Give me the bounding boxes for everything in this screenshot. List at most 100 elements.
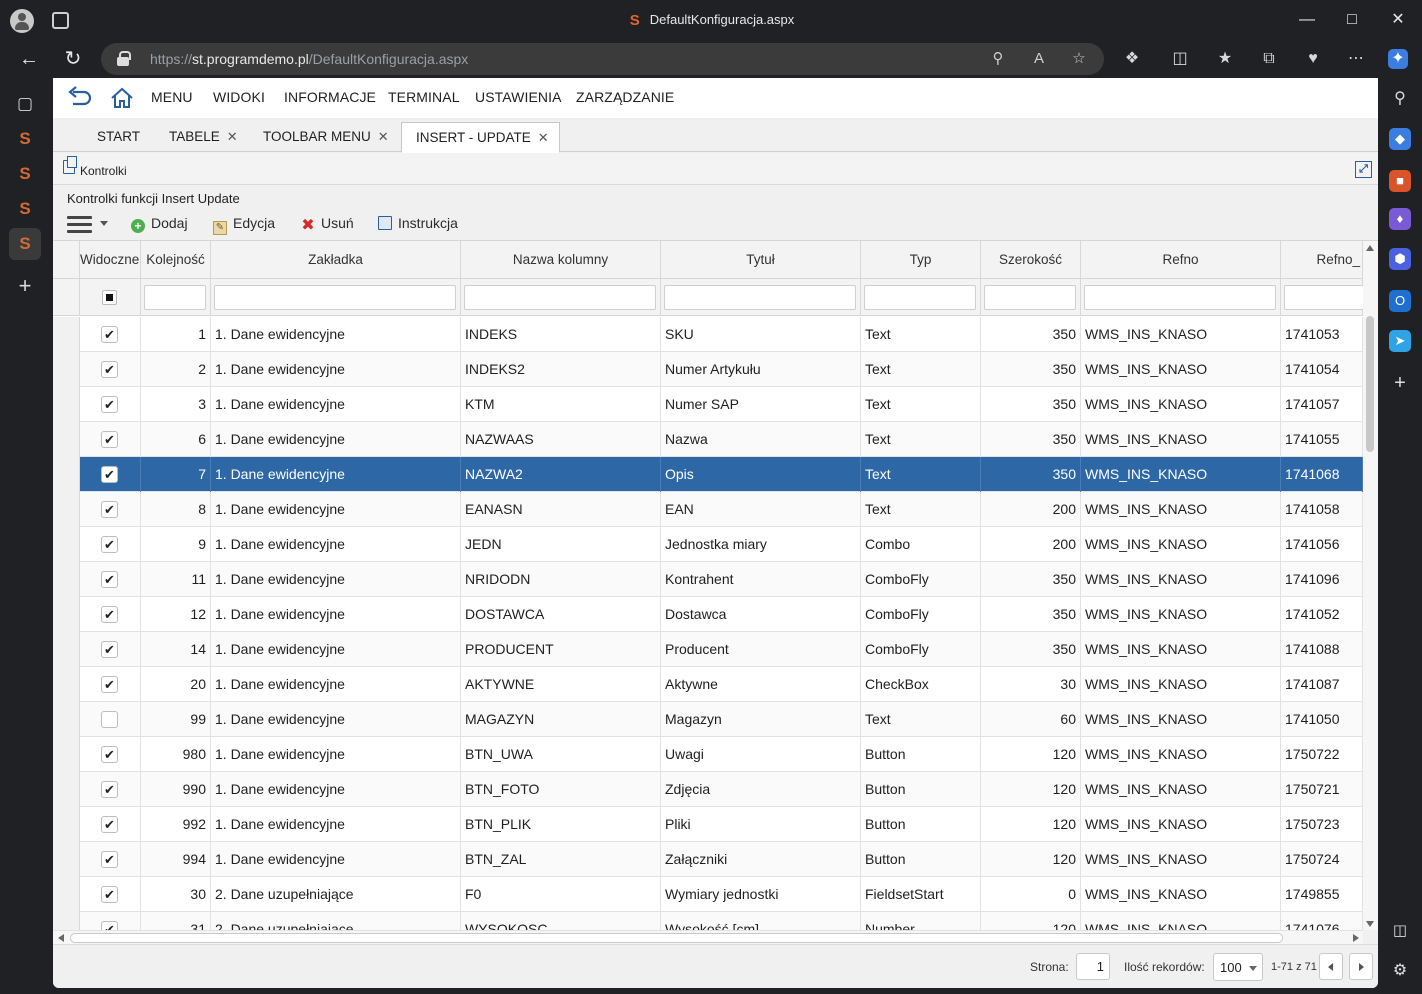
row-header[interactable] xyxy=(53,457,80,492)
tab-insert-update[interactable]: INSERT - UPDATE ✕ xyxy=(401,122,560,153)
column-header-typ[interactable]: Typ xyxy=(861,241,981,279)
visible-checkbox[interactable]: ✔ xyxy=(101,851,118,868)
browser-essentials-icon[interactable]: ♥ xyxy=(1303,49,1323,69)
row-header[interactable] xyxy=(53,492,80,527)
table-row[interactable]: ✔ 20 1. Dane ewidencyjne AKTYWNE Aktywne Chec… xyxy=(53,667,1363,702)
table-row[interactable]: ✔ 9 1. Dane ewidencyjne JEDN Jednostka miary… xyxy=(53,527,1363,562)
visible-checkbox[interactable] xyxy=(101,711,118,728)
row-header[interactable] xyxy=(53,667,80,702)
tab-toolbar-menu[interactable]: TOOLBAR MENU ✕ xyxy=(249,122,389,152)
read-aloud-icon[interactable]: A xyxy=(1030,50,1048,68)
visible-checkbox[interactable]: ✔ xyxy=(101,326,118,343)
more-menu-icon[interactable]: ⋯ xyxy=(1346,49,1366,69)
scrollbar-thumb[interactable] xyxy=(1366,316,1374,452)
menu-item-menu[interactable]: MENU xyxy=(151,89,193,105)
row-header[interactable] xyxy=(53,702,80,737)
table-row[interactable]: ✔ 11 1. Dane ewidencyjne NRIDODN Kontrahent C… xyxy=(53,562,1363,597)
table-row[interactable]: ✔ 992 1. Dane ewidencyjne BTN_PLIK Pliki Butt… xyxy=(53,807,1363,842)
column-header-widoczne[interactable]: Widoczne xyxy=(80,241,141,279)
row-header[interactable] xyxy=(53,842,80,877)
vertical-scrollbar[interactable] xyxy=(1363,241,1378,930)
visible-checkbox[interactable]: ✔ xyxy=(101,571,118,588)
visible-checkbox[interactable]: ✔ xyxy=(101,466,118,483)
row-header[interactable] xyxy=(53,737,80,772)
minimize-icon[interactable]: — xyxy=(1284,0,1330,40)
filter-zakladka-input[interactable] xyxy=(214,285,456,310)
filter-kolejnosc-input[interactable] xyxy=(144,285,206,310)
visible-checkbox[interactable]: ✔ xyxy=(101,536,118,553)
visible-checkbox[interactable]: ✔ xyxy=(101,816,118,833)
chevron-down-icon[interactable] xyxy=(100,221,108,226)
split-screen-icon[interactable]: ◫ xyxy=(1170,49,1190,69)
visible-checkbox[interactable]: ✔ xyxy=(101,641,118,658)
home-icon[interactable] xyxy=(110,86,134,110)
extensions-icon[interactable]: ❖ xyxy=(1122,49,1142,69)
row-header[interactable] xyxy=(53,912,80,930)
menu-item-zarzadzanie[interactable]: ZARZĄDZANIE xyxy=(576,89,674,105)
table-row[interactable]: 99 1. Dane ewidencyjne MAGAZYN Magazyn Text 6… xyxy=(53,702,1363,737)
row-header[interactable] xyxy=(53,632,80,667)
games-icon[interactable]: ♦ xyxy=(1389,208,1411,230)
row-header[interactable] xyxy=(53,772,80,807)
maximize-icon[interactable]: □ xyxy=(1329,0,1375,40)
visible-checkbox[interactable]: ✔ xyxy=(101,921,118,930)
visible-checkbox[interactable]: ✔ xyxy=(101,396,118,413)
drop-icon[interactable]: ➤ xyxy=(1389,330,1411,352)
table-row[interactable]: ✔ 30 2. Dane uzupełniające F0 Wymiary jednos… xyxy=(53,877,1363,912)
filter-refno-input[interactable] xyxy=(1084,285,1276,310)
key-icon[interactable]: ⚲ xyxy=(989,50,1007,68)
site-tab-icon[interactable]: S xyxy=(12,126,38,152)
page-number-input[interactable]: 1 xyxy=(1076,953,1110,980)
column-header-nazwa-kolumny[interactable]: Nazwa kolumny xyxy=(461,241,661,279)
close-tab-icon[interactable]: ✕ xyxy=(378,129,389,144)
search-icon[interactable]: ⚲ xyxy=(1389,88,1411,110)
favorites-icon[interactable]: ★ xyxy=(1215,49,1235,69)
visible-checkbox[interactable]: ✔ xyxy=(101,501,118,518)
previous-page-button[interactable] xyxy=(1319,953,1343,980)
outlook-icon[interactable]: O xyxy=(1389,290,1411,312)
browser-back-icon[interactable]: ← xyxy=(16,46,42,72)
menu-item-informacje[interactable]: INFORMACJE xyxy=(284,89,376,105)
table-row[interactable]: ✔ 1 1. Dane ewidencyjne INDEKS SKU Text 350 WMS… xyxy=(53,317,1363,352)
close-window-icon[interactable]: ✕ xyxy=(1375,0,1421,40)
table-row[interactable]: ✔ 8 1. Dane ewidencyjne EANASN EAN Text 200 WMS… xyxy=(53,492,1363,527)
row-header[interactable] xyxy=(53,527,80,562)
table-row[interactable]: ✔ 6 1. Dane ewidencyjne NAZWAAS Nazwa Text 350… xyxy=(53,422,1363,457)
edit-button[interactable]: ✎ Edycja xyxy=(213,215,275,235)
visible-checkbox[interactable]: ✔ xyxy=(101,746,118,763)
visible-checkbox[interactable]: ✔ xyxy=(101,431,118,448)
tools-icon[interactable]: ■ xyxy=(1389,170,1411,192)
visible-checkbox[interactable]: ✔ xyxy=(101,781,118,798)
horizontal-scrollbar[interactable] xyxy=(53,930,1363,944)
table-row[interactable]: ✔ 994 1. Dane ewidencyjne BTN_ZAL Załączniki… xyxy=(53,842,1363,877)
menu-item-terminal[interactable]: TERMINAL xyxy=(388,89,460,105)
copilot-icon[interactable]: ✦ xyxy=(1388,49,1408,69)
table-row[interactable]: ✔ 2 1. Dane ewidencyjne INDEKS2 Numer Artyku… xyxy=(53,352,1363,387)
hamburger-menu-icon[interactable] xyxy=(67,216,92,234)
filter-checkbox-indeterminate[interactable] xyxy=(102,290,117,305)
records-per-page-select[interactable]: 100 xyxy=(1213,953,1263,981)
row-header[interactable] xyxy=(53,807,80,842)
address-bar[interactable]: https://st.programdemo.pl/DefaultKonfigu… xyxy=(101,43,1104,75)
table-row[interactable]: ✔ 14 1. Dane ewidencyjne PRODUCENT Producent… xyxy=(53,632,1363,667)
scrollbar-thumb[interactable] xyxy=(70,933,1283,943)
collections-icon[interactable]: ⧉ xyxy=(1259,49,1279,69)
row-header[interactable] xyxy=(53,387,80,422)
active-site-tab-icon[interactable]: S xyxy=(9,228,41,260)
table-row[interactable]: ✔ 31 2. Dane uzupełniające WYSOKOSC Wysokość… xyxy=(53,912,1363,930)
row-header[interactable] xyxy=(53,317,80,352)
add-sidebar-item-icon[interactable]: + xyxy=(1389,372,1411,394)
menu-item-ustawienia[interactable]: USTAWIENIA xyxy=(475,89,562,105)
instructions-button[interactable]: Instrukcja xyxy=(378,215,458,231)
table-row[interactable]: ✔ 980 1. Dane ewidencyjne BTN_UWA Uwagi Butto… xyxy=(53,737,1363,772)
favorite-star-icon[interactable]: ☆ xyxy=(1070,50,1088,68)
column-header-tytul[interactable]: Tytuł xyxy=(661,241,861,279)
row-header[interactable] xyxy=(53,352,80,387)
filter-refno-2-input[interactable] xyxy=(1284,285,1364,310)
shopping-tag-icon[interactable]: ◆ xyxy=(1389,128,1411,150)
delete-button[interactable]: ✖ Usuń xyxy=(301,215,353,234)
reload-icon[interactable]: ↻ xyxy=(60,46,86,72)
table-row[interactable]: ✔ 12 1. Dane ewidencyjne DOSTAWCA Dostawca Co… xyxy=(53,597,1363,632)
row-header[interactable] xyxy=(53,877,80,912)
close-tab-icon[interactable]: ✕ xyxy=(227,129,238,144)
